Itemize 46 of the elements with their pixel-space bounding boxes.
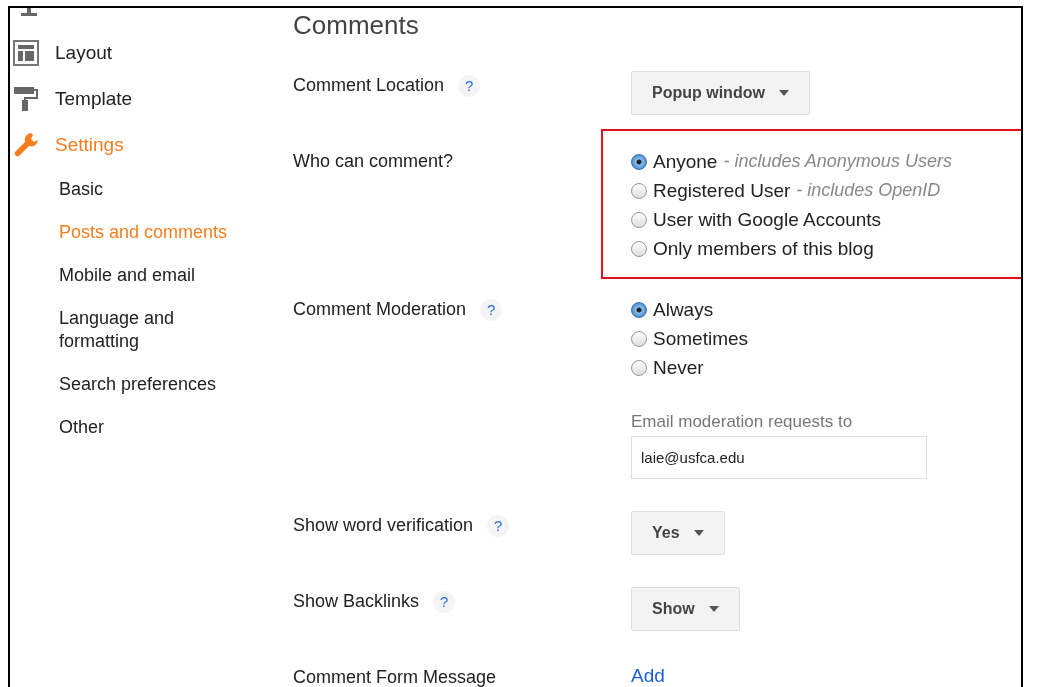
- option-label: Always: [653, 298, 714, 321]
- add-link[interactable]: Add: [631, 665, 665, 686]
- sidebar-subitem[interactable]: Language and formatting: [59, 297, 239, 363]
- option-label: Sometimes: [653, 327, 749, 350]
- radio-button[interactable]: [631, 211, 647, 228]
- layout-icon: [13, 40, 39, 66]
- radio-button[interactable]: [631, 359, 647, 376]
- dropdown-button[interactable]: Yes: [631, 511, 725, 555]
- sidebar-subitem[interactable]: Basic: [59, 168, 239, 211]
- sidebar-subitem[interactable]: Mobile and email: [59, 254, 239, 297]
- option-label: Never: [653, 356, 704, 379]
- option-note: - includes Anonymous Users: [723, 151, 952, 172]
- sidebar-item[interactable]: Template: [13, 76, 293, 122]
- radio-button[interactable]: [631, 240, 647, 257]
- option-label: User with Google Accounts: [653, 208, 882, 231]
- sidebar-subitem[interactable]: Other: [59, 406, 239, 449]
- field-label: Email moderation requests to: [631, 412, 854, 432]
- setting-label: Who can comment?: [293, 151, 454, 172]
- setting-label: Show Backlinks: [293, 591, 420, 612]
- dropdown-button[interactable]: Show: [631, 587, 740, 631]
- caret-icon: [693, 530, 704, 536]
- help-button[interactable]: ?: [458, 75, 481, 97]
- email-field[interactable]: laie@usfca.edu: [631, 436, 927, 479]
- help-button[interactable]: ?: [487, 515, 510, 537]
- radio-button[interactable]: [631, 330, 647, 347]
- caret-icon: [778, 90, 789, 96]
- setting-label: Show word verification: [293, 515, 474, 536]
- setting-label: Comment Moderation: [293, 299, 467, 320]
- option-label: Anyone: [653, 150, 718, 173]
- section-title: Comments: [293, 10, 420, 41]
- dropdown-button[interactable]: Popup window: [631, 71, 810, 115]
- paint-roller-icon: [13, 86, 39, 112]
- setting-label: Comment Location: [293, 75, 445, 96]
- radio-button[interactable]: [631, 182, 647, 199]
- option-note: - includes OpenID: [796, 180, 941, 201]
- option-label: Registered User: [653, 179, 791, 202]
- option-label: Only members of this blog: [653, 237, 874, 260]
- caret-icon: [708, 606, 719, 612]
- sidebar-item[interactable]: Layout: [13, 30, 293, 76]
- sidebar-subitem[interactable]: Search preferences: [59, 363, 239, 406]
- wrench-icon: [13, 132, 39, 158]
- radio-button[interactable]: [631, 153, 647, 170]
- setting-label: Comment Form Message: [293, 667, 497, 687]
- radio-button[interactable]: [631, 301, 647, 318]
- help-button[interactable]: ?: [433, 591, 456, 613]
- help-button[interactable]: ?: [480, 299, 503, 321]
